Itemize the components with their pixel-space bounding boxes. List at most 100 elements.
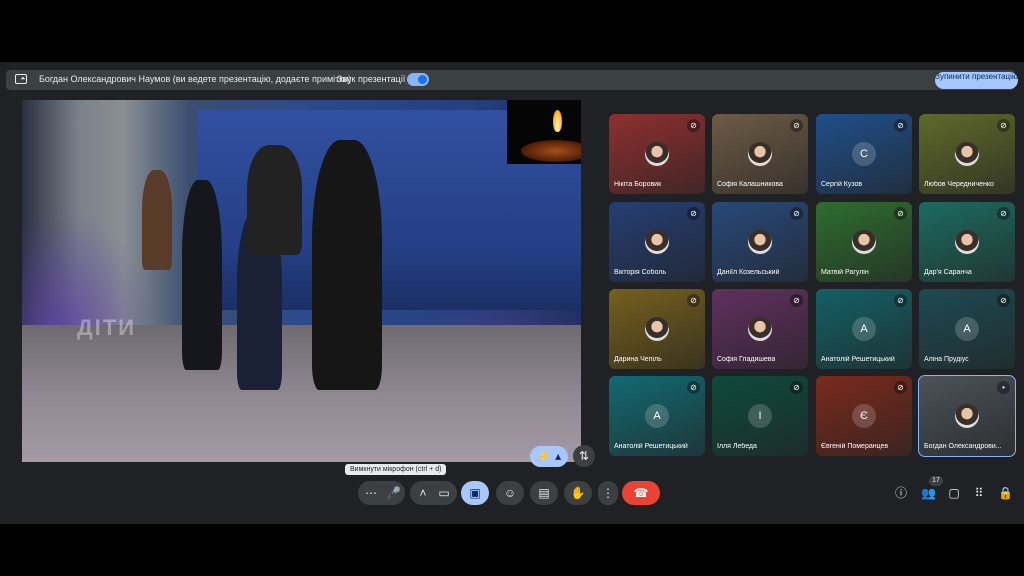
mic-off-icon: ⊘ bbox=[790, 381, 803, 394]
avatar: І bbox=[748, 404, 772, 428]
participant-name: Софія Гладишева bbox=[717, 356, 776, 363]
activities-icon[interactable]: ⠿ bbox=[972, 486, 986, 500]
participant-tile[interactable]: ⊘ Дар'я Саранча bbox=[919, 202, 1015, 282]
platform-image-region bbox=[22, 325, 581, 462]
mic-off-icon: ⊘ bbox=[687, 119, 700, 132]
overlay-caption: ДІТИ bbox=[77, 315, 137, 340]
mic-off-icon: ⊘ bbox=[997, 119, 1010, 132]
participant-name: Ілля Лебеда bbox=[717, 443, 757, 450]
participant-name: Матвій Рагулін bbox=[821, 269, 869, 276]
emoji-button[interactable]: ☺ bbox=[496, 481, 524, 505]
avatar: А bbox=[852, 317, 876, 341]
mic-tooltip: Вимкнути мікрофон (ctrl + d) bbox=[345, 464, 447, 475]
participant-tile[interactable]: С ⊘ Сергій Кузов bbox=[816, 114, 912, 194]
participant-tile[interactable]: ⊘ Даніїл Козельський bbox=[712, 202, 808, 282]
mic-off-icon: ⊘ bbox=[790, 294, 803, 307]
candle-flame bbox=[553, 110, 562, 132]
avatar bbox=[645, 142, 669, 166]
participant-name: Любов Чередниченко bbox=[924, 181, 994, 188]
captions-button[interactable]: ▤ bbox=[530, 481, 558, 505]
mic-off-icon: ⊘ bbox=[894, 294, 907, 307]
more-options-button[interactable]: ⋮ bbox=[598, 481, 618, 505]
more-horizontal-icon[interactable]: ⋯ bbox=[364, 486, 378, 500]
participant-name: Євгеній Померанцев bbox=[821, 443, 889, 450]
present-screen-icon bbox=[15, 74, 27, 84]
child-figure bbox=[182, 180, 222, 370]
participant-name: Нікіта Боровик bbox=[614, 181, 662, 188]
avatar bbox=[645, 317, 669, 341]
avatar bbox=[852, 230, 876, 254]
adult-figure bbox=[312, 140, 382, 390]
participant-tile[interactable]: А ⊘ Аліна Прудіус bbox=[919, 289, 1015, 369]
people-icon[interactable]: 👥 bbox=[921, 486, 936, 500]
mic-off-icon: ⊘ bbox=[894, 381, 907, 394]
avatar bbox=[645, 230, 669, 254]
raise-hand-button[interactable]: ✋ bbox=[564, 481, 592, 505]
host-controls-icon[interactable]: 🔒 bbox=[998, 486, 1013, 500]
avatar bbox=[748, 142, 772, 166]
candle-glow bbox=[521, 140, 581, 162]
chat-icon[interactable]: ▢ bbox=[947, 486, 961, 500]
avatar: Є bbox=[852, 404, 876, 428]
mic-off-icon: ⊘ bbox=[687, 381, 700, 394]
mic-off-icon: ⊘ bbox=[997, 207, 1010, 220]
avatar: А bbox=[645, 404, 669, 428]
presentation-video: ДІТИ bbox=[22, 100, 581, 462]
avatar bbox=[955, 142, 979, 166]
mic-off-icon: ⊘ bbox=[997, 294, 1010, 307]
hang-up-button[interactable]: ☎ bbox=[622, 481, 660, 505]
present-button[interactable]: ▣ bbox=[461, 481, 489, 505]
participant-name: Дар'я Саранча bbox=[924, 269, 972, 276]
participant-tile[interactable]: ⊘ Вікторія Соболь bbox=[609, 202, 705, 282]
participant-name: Анатолій Решетицький bbox=[614, 443, 688, 450]
candle-overlay bbox=[507, 100, 581, 164]
avatar bbox=[748, 230, 772, 254]
avatar: А bbox=[955, 317, 979, 341]
participant-tile[interactable]: ⊘ Любов Чередниченко bbox=[919, 114, 1015, 194]
participant-tile[interactable]: А ⊘ Анатолій Решетицький bbox=[816, 289, 912, 369]
participant-name: Дарина Чепіль bbox=[614, 356, 662, 363]
avatar bbox=[748, 317, 772, 341]
avatar bbox=[955, 230, 979, 254]
participant-tile[interactable]: ⊘ Софія Калашникова bbox=[712, 114, 808, 194]
camera-icon[interactable]: ▭ bbox=[437, 486, 451, 500]
participant-name: Анатолій Решетицький bbox=[821, 356, 895, 363]
adult-figure bbox=[142, 170, 172, 270]
mic-off-icon: ⊘ bbox=[790, 207, 803, 220]
presentation-audio-label: Звук презентації bbox=[337, 74, 406, 84]
participant-name: Аліна Прудіус bbox=[924, 356, 969, 363]
participant-name: Даніїл Козельський bbox=[717, 269, 780, 276]
participant-tile[interactable]: • Богдан Олександрови... bbox=[918, 375, 1016, 457]
presenting-bar: Богдан Олександрович Наумов (ви ведете п… bbox=[6, 70, 1018, 90]
info-icon[interactable]: ⓘ bbox=[894, 486, 908, 500]
participant-tile[interactable]: А ⊘ Анатолій Решетицький bbox=[609, 376, 705, 456]
mic-off-icon: ⊘ bbox=[894, 119, 907, 132]
stop-presenting-button[interactable]: Зупинити презентацію bbox=[935, 72, 1018, 89]
mic-off-icon: ⊘ bbox=[687, 207, 700, 220]
participant-tile[interactable]: І ⊘ Ілля Лебеда bbox=[712, 376, 808, 456]
participant-name: Богдан Олександрови... bbox=[924, 443, 1002, 450]
chevron-up-icon[interactable]: ˄ bbox=[416, 486, 430, 500]
participant-name: Сергій Кузов bbox=[821, 181, 863, 188]
presentation-audio-toggle[interactable] bbox=[407, 73, 429, 86]
participant-name: Софія Калашникова bbox=[717, 181, 783, 188]
mic-off-icon: ⊘ bbox=[894, 207, 907, 220]
participant-tile[interactable]: ⊘ Дарина Чепіль bbox=[609, 289, 705, 369]
participant-tile[interactable]: ⊘ Софія Гладишева bbox=[712, 289, 808, 369]
participant-tile[interactable]: ⊘ Матвій Рагулін bbox=[816, 202, 912, 282]
mic-off-icon: ⊘ bbox=[790, 119, 803, 132]
swap-layout-button[interactable]: ⇅ bbox=[573, 445, 595, 467]
adult-figure bbox=[247, 145, 302, 255]
participant-tile[interactable]: ⊘ Нікіта Боровик bbox=[609, 114, 705, 194]
microphone-icon[interactable]: 🎤 bbox=[386, 486, 401, 500]
mic-on-icon: • bbox=[997, 381, 1010, 394]
participant-name: Вікторія Соболь bbox=[614, 269, 666, 276]
participant-count-badge: 17 bbox=[929, 476, 943, 486]
avatar bbox=[955, 404, 979, 428]
spotlight-toggle-button[interactable]: ⚡ ▴ bbox=[530, 446, 568, 467]
avatar: С bbox=[852, 142, 876, 166]
participant-tile[interactable]: Є ⊘ Євгеній Померанцев bbox=[816, 376, 912, 456]
mic-off-icon: ⊘ bbox=[687, 294, 700, 307]
toggle-knob bbox=[418, 75, 427, 84]
presenting-status-text: Богдан Олександрович Наумов (ви ведете п… bbox=[39, 74, 352, 84]
